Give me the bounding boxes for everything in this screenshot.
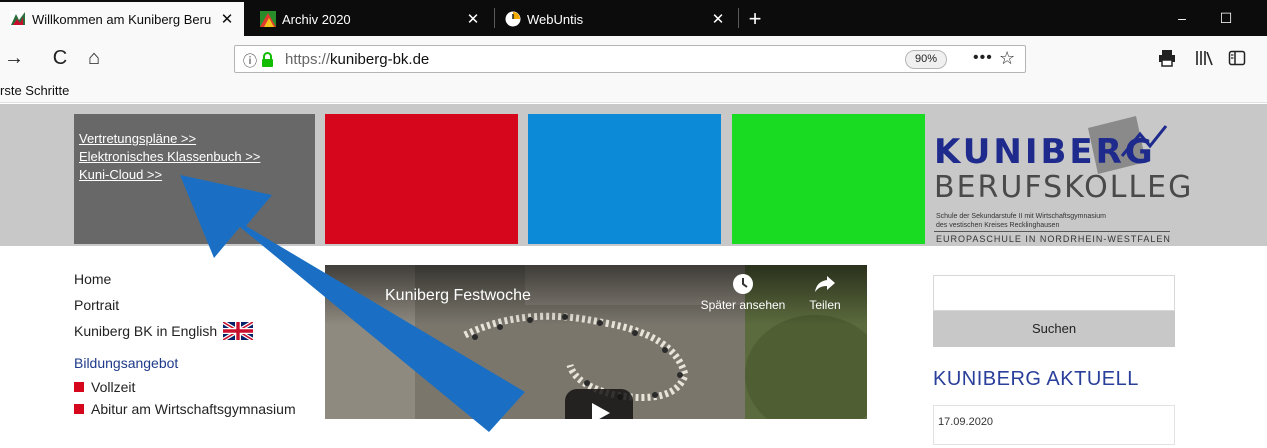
watch-later-button[interactable]: Später ansehen <box>693 273 793 312</box>
page-actions-menu-icon[interactable]: ••• <box>973 49 993 67</box>
nav-abitur[interactable]: Abitur am Wirtschaftsgymnasium <box>74 398 324 420</box>
tab-webuntis[interactable]: WebUntis ✕ <box>495 2 735 36</box>
info-icon[interactable]: ⓘ <box>243 51 257 71</box>
tab-title: Willkommen am Kuniberg Beru <box>32 11 212 27</box>
nav-abitur-label: Abitur am Wirtschaftsgymnasium <box>91 401 296 417</box>
embedded-video[interactable]: Kuniberg Festwoche Später ansehen Teilen <box>325 265 867 419</box>
print-icon[interactable] <box>1158 49 1176 67</box>
logo-divider <box>934 231 1170 232</box>
logo-line-kuniberg: KUNIBERG <box>934 132 1156 172</box>
logo-subtitle: Schule der Sekundarstufe II mit Wirtscha… <box>936 212 1106 230</box>
forward-button[interactable]: → <box>2 46 26 70</box>
watch-later-label: Später ansehen <box>700 298 786 312</box>
quicklinks-tile: Vertretungspläne >> Elektronisches Klass… <box>74 114 315 244</box>
logo-subtitle-line: Schule der Sekundarstufe II mit Wirtscha… <box>936 213 1107 220</box>
link-vertretungsplaene[interactable]: Vertretungspläne >> <box>79 130 315 148</box>
tab-kuniberg[interactable]: Willkommen am Kuniberg Beru ✕ <box>0 2 244 36</box>
red-tile[interactable] <box>325 114 518 244</box>
reload-button[interactable]: C <box>48 46 72 70</box>
kuniberg-logo[interactable]: KUNIBERG BERUFSKOLLEG Schule der Sekunda… <box>930 114 1191 246</box>
nav-portrait[interactable]: Portrait <box>74 292 324 318</box>
close-tab-icon[interactable]: ✕ <box>216 10 238 28</box>
address-bar[interactable]: ⓘ https://kuniberg-bk.de 90% ••• ☆ <box>234 45 1026 73</box>
close-tab-icon[interactable]: ✕ <box>707 10 729 28</box>
nav-vollzeit-label: Vollzeit <box>91 379 136 395</box>
news-heading: KUNIBERG AKTUELL <box>933 368 1139 390</box>
nav-english[interactable]: Kuniberg BK in English <box>74 318 324 344</box>
clock-favicon-icon <box>505 11 521 27</box>
lock-icon[interactable] <box>261 52 274 67</box>
logo-subtitle-line: des vestischen Kreises Recklinghausen <box>936 222 1060 229</box>
tab-title: WebUntis <box>527 11 584 27</box>
share-button[interactable]: Teilen <box>795 273 855 312</box>
nav-heading-bildungsangebot[interactable]: Bildungsangebot <box>74 350 324 376</box>
url-text[interactable]: https://kuniberg-bk.de <box>285 51 429 68</box>
link-kuni-cloud[interactable]: Kuni-Cloud >> <box>79 166 315 184</box>
play-button[interactable] <box>565 389 633 419</box>
share-arrow-icon <box>815 276 835 292</box>
bookmarks-toolbar: rste Schritte <box>0 80 1267 103</box>
logo-europaschule: EUROPASCHULE IN NORDRHEIN-WESTFALEN <box>936 234 1171 244</box>
news-date: 17.09.2020 <box>938 416 994 428</box>
close-tab-icon[interactable]: ✕ <box>462 10 484 28</box>
home-button[interactable]: ⌂ <box>82 46 106 70</box>
red-bullet-icon <box>74 382 84 392</box>
red-bullet-icon <box>74 404 84 414</box>
url-domain: kuniberg-bk.de <box>330 51 430 68</box>
zoom-level-badge[interactable]: 90% <box>905 50 947 69</box>
blue-tile[interactable] <box>528 114 721 244</box>
logo-line-berufskolleg: BERUFSKOLLEG <box>934 170 1194 205</box>
bookmark-star-icon[interactable]: ☆ <box>999 48 1015 69</box>
play-icon <box>592 403 610 419</box>
web-page: Vertretungspläne >> Elektronisches Klass… <box>0 104 1267 448</box>
nav-english-label: Kuniberg BK in English <box>74 323 218 339</box>
search-input[interactable] <box>933 275 1175 311</box>
bookmark-first-steps[interactable]: rste Schritte <box>0 83 69 98</box>
url-protocol: https:// <box>285 51 331 68</box>
uk-flag-icon <box>223 322 254 340</box>
tab-strip: Willkommen am Kuniberg Beru ✕ Archiv 202… <box>0 0 1267 36</box>
library-icon[interactable] <box>1194 49 1214 67</box>
nav-vollzeit[interactable]: Vollzeit <box>74 376 324 398</box>
link-klassenbuch[interactable]: Elektronisches Klassenbuch >> <box>79 148 315 166</box>
news-item[interactable]: 17.09.2020 <box>933 405 1175 445</box>
nav-home[interactable]: Home <box>74 266 324 292</box>
clock-icon <box>733 274 753 294</box>
tab-separator <box>738 8 739 28</box>
minimize-button[interactable]: – <box>1162 0 1202 36</box>
archive-favicon-icon <box>260 11 276 27</box>
maximize-button[interactable]: ☐ <box>1206 0 1246 36</box>
new-tab-button[interactable]: + <box>740 2 770 36</box>
sidebar-icon[interactable] <box>1228 49 1246 67</box>
video-title[interactable]: Kuniberg Festwoche <box>385 287 531 305</box>
green-tile[interactable] <box>732 114 925 244</box>
nrw-favicon-icon <box>10 11 26 27</box>
side-navigation: Home Portrait Kuniberg BK in English Bil… <box>74 266 324 420</box>
search-button[interactable]: Suchen <box>933 311 1175 347</box>
share-label: Teilen <box>809 298 841 312</box>
tab-archiv[interactable]: Archiv 2020 ✕ <box>250 2 490 36</box>
tab-title: Archiv 2020 <box>282 11 351 27</box>
